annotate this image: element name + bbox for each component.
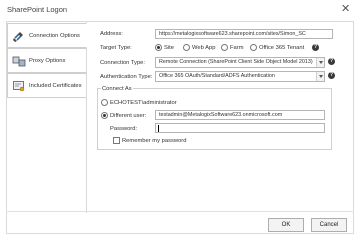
target-o365-label: Office 365 Tenant bbox=[259, 45, 305, 51]
address-label: Address: bbox=[100, 31, 123, 37]
different-user-radio[interactable] bbox=[101, 112, 108, 119]
title-bar: SharePoint Logon ✕ bbox=[0, 0, 360, 18]
target-o365-radio[interactable] bbox=[250, 44, 257, 51]
password-label: Password: bbox=[110, 126, 138, 132]
target-type-help-icon[interactable]: ? bbox=[312, 44, 319, 51]
cancel-button[interactable]: Cancel bbox=[311, 218, 347, 232]
connection-type-help-icon[interactable]: ? bbox=[328, 58, 335, 65]
tab-label: Proxy Options bbox=[29, 58, 66, 64]
current-user-label: ECHOTEST\administrator bbox=[110, 100, 177, 106]
text-caret bbox=[158, 125, 159, 132]
tab-included-certificates[interactable]: Included Certificates bbox=[7, 73, 87, 98]
ok-button[interactable]: OK bbox=[268, 218, 304, 232]
chevron-down-icon[interactable] bbox=[316, 72, 324, 81]
connection-type-select[interactable]: Remote Connection (SharePoint Client Sid… bbox=[155, 57, 325, 68]
auth-type-select[interactable]: Office 365 OAuth/Standard/ADFS Authentic… bbox=[155, 71, 325, 82]
target-site-label: Site bbox=[164, 45, 174, 51]
target-type-label: Target Type: bbox=[100, 45, 132, 51]
target-farm-label: Farm bbox=[230, 45, 244, 51]
certificates-icon bbox=[13, 81, 25, 92]
target-webapp-radio[interactable] bbox=[183, 44, 190, 51]
tab-connection-options[interactable]: Connection Options bbox=[7, 23, 87, 48]
auth-type-label: Authentication Type: bbox=[100, 74, 153, 80]
connect-as-title: Connect As bbox=[101, 86, 133, 92]
address-field[interactable]: https://metalogixsoftware623.sharepoint.… bbox=[155, 29, 333, 39]
tab-panel-divider bbox=[86, 21, 87, 213]
target-site-radio[interactable] bbox=[155, 44, 162, 51]
target-farm-radio[interactable] bbox=[221, 44, 228, 51]
proxy-options-icon bbox=[12, 56, 26, 67]
connection-type-label: Connection Type: bbox=[100, 60, 146, 66]
tab-proxy-options[interactable]: Proxy Options bbox=[7, 48, 87, 73]
different-user-label: Different user: bbox=[110, 113, 147, 119]
username-field[interactable]: testadmin@MetalogixSoftware623.onmicroso… bbox=[155, 110, 325, 120]
tab-label: Included Certificates bbox=[29, 83, 82, 89]
current-user-radio[interactable] bbox=[101, 99, 108, 106]
tab-label: Connection Options bbox=[29, 33, 80, 39]
chevron-down-icon[interactable] bbox=[316, 58, 324, 67]
password-field[interactable] bbox=[155, 123, 325, 133]
remember-password-label: Remember my password bbox=[122, 138, 187, 144]
footer-divider bbox=[6, 211, 354, 212]
window-title: SharePoint Logon bbox=[7, 5, 68, 14]
connection-options-icon bbox=[13, 32, 23, 42]
close-icon[interactable]: ✕ bbox=[341, 3, 350, 15]
remember-password-checkbox[interactable] bbox=[113, 137, 120, 144]
target-webapp-label: Web App bbox=[192, 45, 216, 51]
auth-type-help-icon[interactable]: ? bbox=[328, 72, 335, 79]
